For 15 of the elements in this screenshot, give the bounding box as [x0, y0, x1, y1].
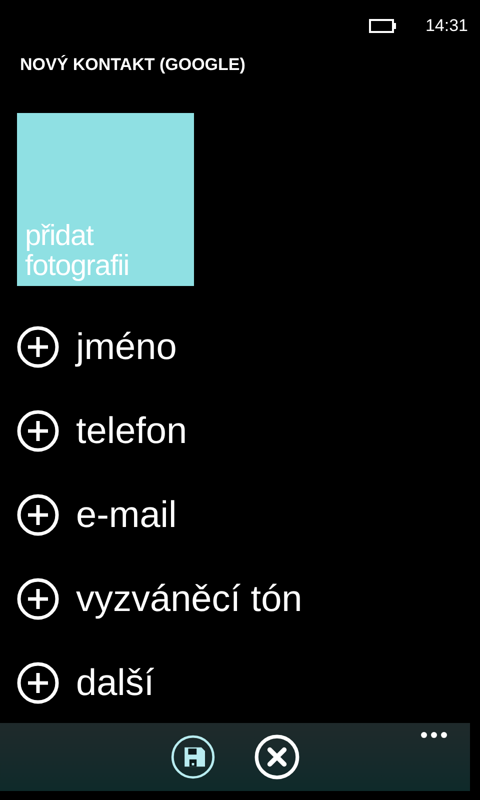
add-icon	[16, 576, 60, 620]
add-icon	[16, 324, 60, 368]
add-icon	[16, 408, 60, 452]
cancel-button[interactable]	[253, 733, 301, 781]
add-field-button[interactable]: další	[16, 660, 480, 706]
page-title: NOVÝ KONTAKT (GOOGLE)	[20, 54, 246, 76]
clock: 14:31	[425, 15, 468, 38]
add-field-button[interactable]: jméno	[16, 324, 480, 370]
add-icon	[16, 492, 60, 536]
battery-icon	[369, 19, 398, 33]
add-field-button[interactable]: e-mail	[16, 492, 480, 538]
more-icon[interactable]	[420, 731, 448, 739]
add-field-button[interactable]: telefon	[16, 408, 480, 454]
add-field-button[interactable]: vyzváněcí tón	[16, 576, 480, 622]
add-icon	[16, 660, 60, 704]
